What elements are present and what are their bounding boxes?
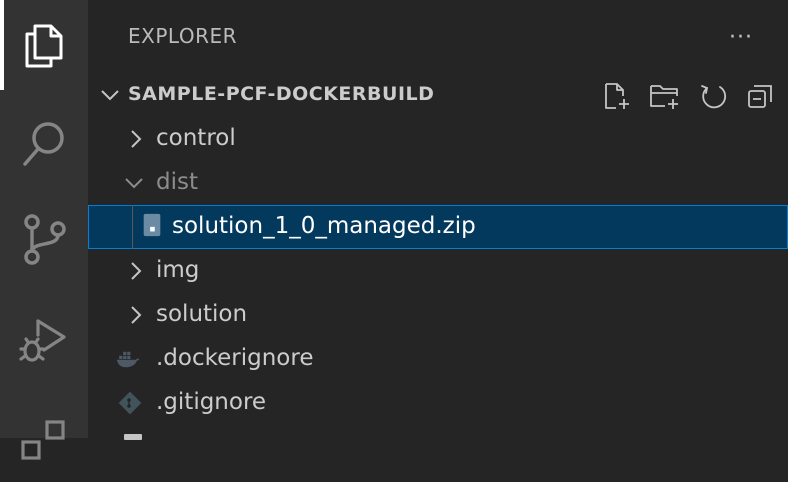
tree-item-label: img [156,257,200,283]
refresh-button[interactable] [693,76,733,116]
extensions-activity[interactable] [0,392,88,482]
chevron-right-icon [131,262,142,280]
explorer-sidebar: EXPLORER ··· SAMPLE-PCF-DOCKERBUILD cont… [88,0,788,440]
new-folder-icon [650,85,678,109]
file-icon [124,434,142,440]
tree-item-partial[interactable] [88,425,788,469]
chevron-right-icon [131,306,142,324]
refresh-icon [701,85,727,109]
chevron-down-icon [125,178,143,189]
tree-item-label: .dockerignore [156,345,314,371]
tree-item-label: control [156,125,236,151]
tree-item-dockerignore[interactable]: .dockerignore [88,337,788,381]
new-folder-button[interactable] [645,76,685,116]
git-icon [118,391,142,415]
tree-item-label: solution [156,301,248,327]
zip-file-icon [143,213,161,237]
workspace-section-header[interactable]: SAMPLE-PCF-DOCKERBUILD [88,74,788,116]
run-debug-icon [19,319,66,362]
new-file-icon [605,83,629,109]
tree-item-label: solution_1_0_managed.zip [172,213,476,239]
tree-item-dist[interactable]: dist [88,161,788,205]
new-file-button[interactable] [597,76,637,116]
tree-item-gitignore[interactable]: .gitignore [88,381,788,425]
source-control-icon [24,214,66,265]
files-icon [25,24,63,68]
docker-icon [116,351,140,368]
source-control-activity[interactable] [0,194,88,284]
chevron-down-icon [101,90,119,101]
run-debug-activity[interactable] [0,294,88,384]
indent-guide [132,205,133,249]
explorer-title: EXPLORER [128,24,237,48]
search-activity[interactable] [0,100,88,190]
explorer-activity[interactable] [0,0,88,90]
tree-item-label: dist [156,169,198,195]
tree-item-img[interactable]: img [88,249,788,293]
chevron-right-icon [131,130,142,148]
tree-item-control[interactable]: control [88,117,788,161]
section-actions [597,76,781,116]
more-actions-button[interactable]: ··· [721,22,761,52]
workspace-title: SAMPLE-PCF-DOCKERBUILD [128,83,435,105]
activity-bar [0,0,88,460]
collapse-all-icon [748,85,772,108]
tree-item-solution-zip[interactable]: solution_1_0_managed.zip [88,205,788,249]
more-actions-label: ··· [729,24,753,50]
collapse-all-button[interactable] [741,76,781,116]
tree-item-label: .gitignore [156,389,267,415]
extensions-icon [21,420,65,460]
tree-item-solution[interactable]: solution [88,293,788,337]
search-icon [23,122,64,166]
